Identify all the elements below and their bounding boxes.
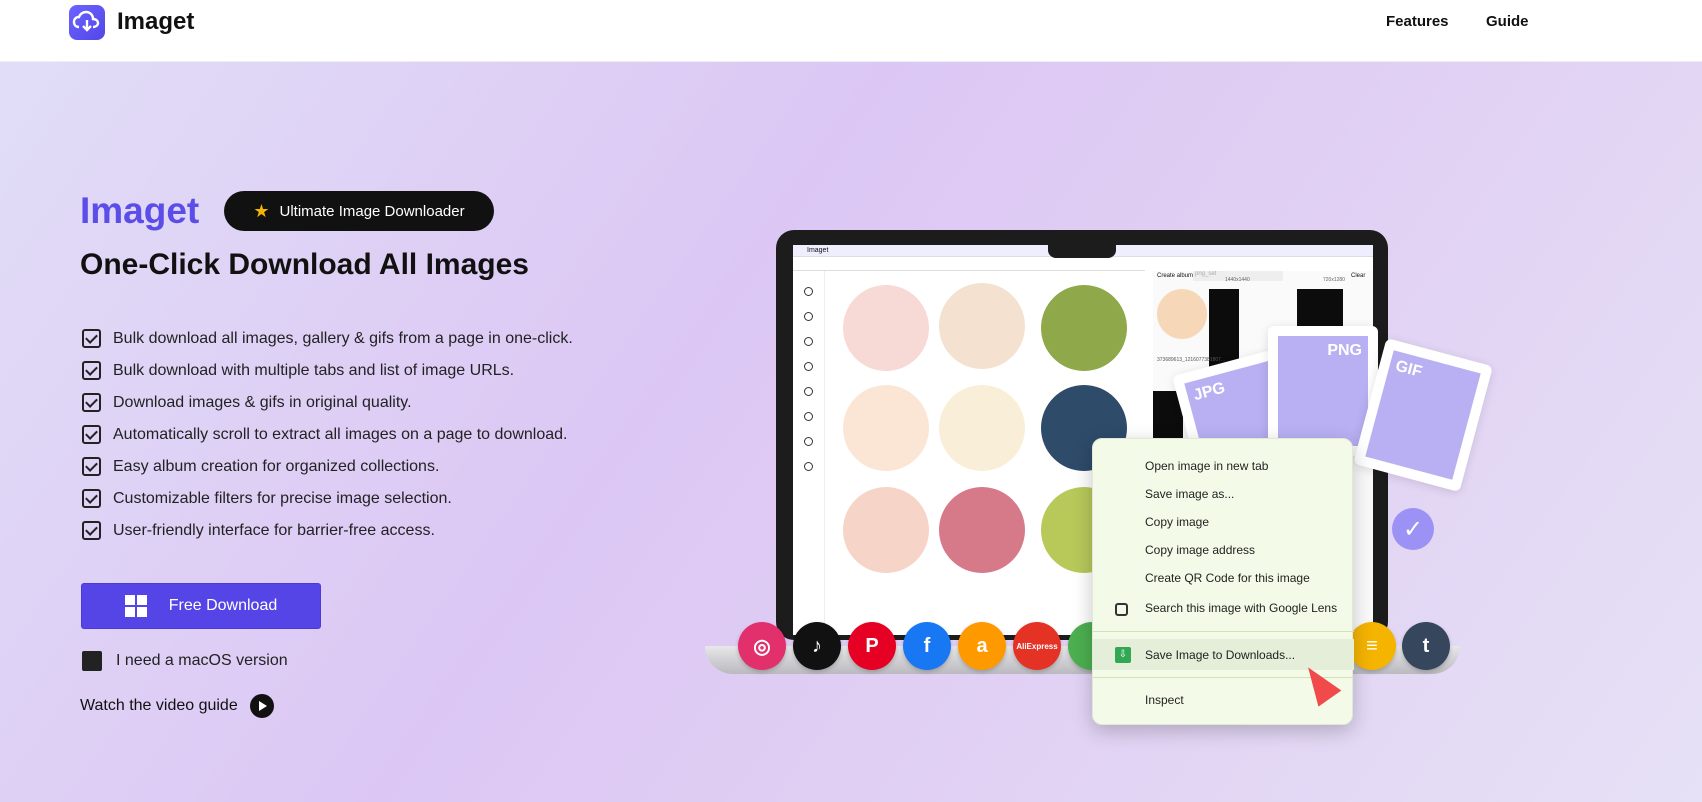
menu-inspect[interactable]: Inspect bbox=[1145, 693, 1184, 707]
image-card bbox=[1157, 289, 1207, 339]
hero-brand: Imaget bbox=[80, 190, 200, 231]
checkbox-icon bbox=[82, 393, 101, 412]
compass-icon bbox=[804, 362, 813, 371]
checkbox-icon bbox=[82, 425, 101, 444]
star-icon: ★ bbox=[253, 200, 270, 221]
bumble-icon: ≡ bbox=[1348, 622, 1396, 670]
tumblr-icon: t bbox=[1402, 622, 1450, 670]
image-thumb bbox=[939, 283, 1025, 369]
badge-label: Ultimate Image Downloader bbox=[279, 202, 465, 220]
gif-badge-label: GIF bbox=[1365, 350, 1481, 480]
save-downloads-icon: ⇩ bbox=[1115, 647, 1131, 663]
menu-save-to-downloads[interactable]: Save Image to Downloads... bbox=[1145, 648, 1295, 662]
heart-icon bbox=[804, 437, 813, 446]
amazon-icon: a bbox=[958, 622, 1006, 670]
create-album-label: Create album: bbox=[1157, 273, 1195, 279]
image-thumb bbox=[843, 285, 929, 371]
feature-text: Customizable filters for precise image s… bbox=[113, 489, 452, 507]
feature-text: Download images & gifs in original quali… bbox=[113, 393, 412, 411]
free-download-label: Free Download bbox=[168, 597, 278, 614]
finder-icon bbox=[82, 651, 102, 671]
top-nav: Imaget Features Guide bbox=[0, 0, 1702, 62]
image-thumb bbox=[939, 385, 1025, 471]
feature-text: Automatically scroll to extract all imag… bbox=[113, 425, 568, 443]
brand-name[interactable]: Imaget bbox=[117, 8, 194, 36]
video-guide-link[interactable]: Watch the video guide bbox=[80, 694, 274, 718]
checkbox-icon bbox=[82, 457, 101, 476]
image-thumb bbox=[1041, 285, 1127, 371]
home-icon bbox=[804, 312, 813, 321]
menu-save-image-as[interactable]: Save image as... bbox=[1145, 487, 1234, 501]
feature-item: Download images & gifs in original quali… bbox=[82, 393, 412, 412]
webcam-notch bbox=[1048, 240, 1116, 258]
instagram-icon: ◎ bbox=[738, 622, 786, 670]
windows-icon bbox=[124, 595, 147, 617]
feature-item: Customizable filters for precise image s… bbox=[82, 489, 452, 508]
badge-pill: ★ Ultimate Image Downloader bbox=[224, 191, 494, 231]
file-label: 373689613_1216077381807... bbox=[1157, 357, 1226, 363]
play-icon bbox=[249, 694, 274, 718]
checkbox-icon bbox=[82, 329, 101, 348]
app-sidebar bbox=[793, 271, 825, 635]
menu-open-new-tab[interactable]: Open image in new tab bbox=[1145, 459, 1268, 473]
png-badge-label: PNG bbox=[1278, 336, 1368, 446]
image-thumb bbox=[939, 487, 1025, 573]
checkbox-icon bbox=[82, 361, 101, 380]
checkbox-icon bbox=[82, 489, 101, 508]
check-circle-icon: ✓ bbox=[1392, 508, 1434, 550]
google-lens-icon bbox=[1115, 603, 1128, 616]
clear-button: Clear bbox=[1351, 273, 1366, 279]
image-thumb bbox=[843, 385, 929, 471]
menu-copy-image[interactable]: Copy image bbox=[1145, 515, 1209, 529]
feature-text: Easy album creation for organized collec… bbox=[113, 457, 440, 475]
free-download-button[interactable]: Free Download bbox=[81, 583, 321, 629]
hero-title: One-Click Download All Images bbox=[80, 248, 529, 281]
feature-text: Bulk download with multiple tabs and lis… bbox=[113, 361, 515, 379]
size-label: 1440x1440 bbox=[1225, 277, 1250, 283]
facebook-icon: f bbox=[903, 622, 951, 670]
add-icon bbox=[804, 462, 813, 471]
feature-item: User-friendly interface for barrier-free… bbox=[82, 521, 435, 540]
pinterest-icon: P bbox=[848, 622, 896, 670]
image-thumb bbox=[843, 487, 929, 573]
size-label: 720x1280 bbox=[1323, 277, 1345, 283]
feature-text: User-friendly interface for barrier-free… bbox=[113, 521, 435, 539]
instagram-icon bbox=[804, 287, 813, 296]
address-bar bbox=[793, 257, 1145, 271]
feature-item: Automatically scroll to extract all imag… bbox=[82, 425, 567, 444]
menu-create-qr-code[interactable]: Create QR Code for this image bbox=[1145, 571, 1310, 585]
checkbox-icon bbox=[82, 521, 101, 540]
menu-copy-image-address[interactable]: Copy image address bbox=[1145, 543, 1255, 557]
macos-version-link[interactable]: I need a macOS version bbox=[82, 651, 288, 671]
app-window-title: Imaget bbox=[807, 247, 829, 254]
tiktok-icon: ♪ bbox=[793, 622, 841, 670]
feature-text: Bulk download all images, gallery & gifs… bbox=[113, 329, 573, 347]
feature-item: Bulk download with multiple tabs and lis… bbox=[82, 361, 514, 380]
video-label: Watch the video guide bbox=[80, 697, 238, 714]
nav-guide-link[interactable]: Guide bbox=[1486, 13, 1529, 30]
feature-item: Bulk download all images, gallery & gifs… bbox=[82, 329, 573, 348]
search-icon bbox=[804, 337, 813, 346]
menu-separator bbox=[1093, 631, 1354, 632]
macos-label: I need a macOS version bbox=[116, 652, 288, 669]
aliexpress-icon: AliExpress bbox=[1013, 622, 1061, 670]
reels-icon bbox=[804, 387, 813, 396]
imaget-logo-icon[interactable] bbox=[69, 5, 105, 40]
nav-features-link[interactable]: Features bbox=[1386, 13, 1449, 30]
menu-search-google-lens[interactable]: Search this image with Google Lens bbox=[1145, 601, 1337, 615]
feature-item: Easy album creation for organized collec… bbox=[82, 457, 439, 476]
send-icon bbox=[804, 412, 813, 421]
